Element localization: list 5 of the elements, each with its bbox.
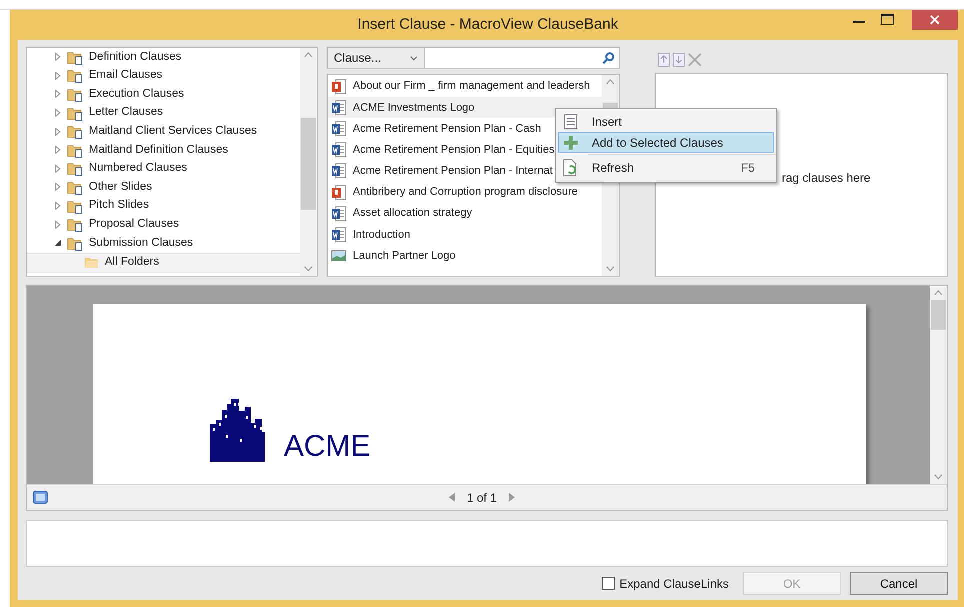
- page-indicator: 1 of 1: [467, 490, 498, 506]
- drop-hint: rag clauses here: [782, 171, 871, 185]
- window-title: Insert Clause - MacroView ClauseBank: [358, 14, 618, 35]
- logo-text: ACME: [284, 432, 371, 462]
- shortcut-label: F5: [740, 160, 755, 177]
